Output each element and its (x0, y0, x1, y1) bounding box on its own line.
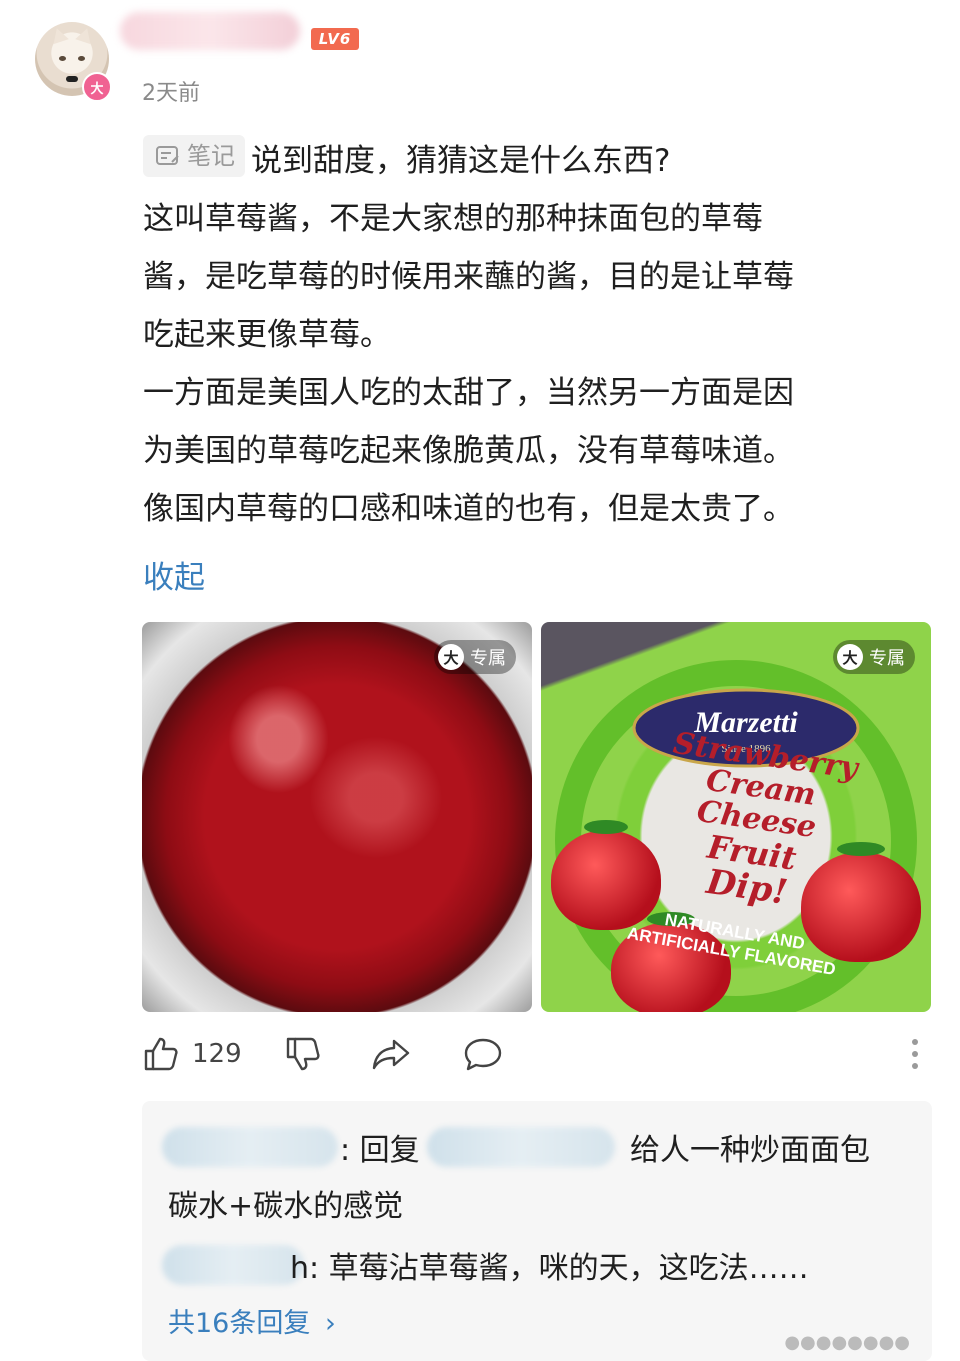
cat-bowtie (66, 76, 78, 82)
comment-line-7: 像国内草莓的口感和味道的也有，但是太贵了。 (143, 491, 794, 527)
dislike-button[interactable] (284, 1035, 322, 1073)
share-button[interactable] (370, 1035, 412, 1073)
action-bar: 129 (142, 1035, 932, 1079)
comment-button[interactable] (462, 1035, 504, 1073)
more-options-icon[interactable] (912, 1039, 918, 1069)
reply-1-continuation: 碳水+碳水的感觉 (168, 1189, 404, 1224)
comment-line-3: 酱，是吃草莓的时候用来蘸的酱，目的是让草莓 (143, 259, 794, 295)
exclusive-label: 专属 (869, 648, 905, 669)
reply-1-text: 给人一种炒面面包 (630, 1133, 870, 1168)
like-button[interactable]: 129 (142, 1035, 242, 1073)
photo-strawberry-jam[interactable]: 大 专属 (142, 622, 532, 1012)
vip-badge: 大 (82, 72, 112, 102)
reply-count-label: 共16条回复 (168, 1308, 311, 1339)
share-icon (372, 1039, 410, 1070)
comment-line-1: 笔记 说到甜度，猜猜这是什么东西? (143, 132, 933, 190)
chevron-right-icon: › (324, 1308, 336, 1339)
exclusive-badge: 大 专属 (833, 640, 915, 674)
thumbs-down-icon (286, 1037, 320, 1071)
note-tag[interactable]: 笔记 (143, 135, 245, 177)
exclusive-badge: 大 专属 (434, 640, 516, 674)
comment-line-5: 一方面是美国人吃的太甜了，当然另一方面是因 (143, 375, 794, 411)
cat-ear-right (75, 25, 95, 45)
product-name: Strawberry Cream Cheese Fruit Dip! (631, 725, 882, 921)
blurred-username[interactable] (120, 12, 300, 50)
reply-2-text: h: 草莓沾草莓酱，咪的天，这吃法…… (290, 1251, 809, 1286)
comment-text: 说到甜度，猜猜这是什么东西? (251, 143, 671, 179)
cat-eye-left (59, 56, 66, 61)
blurred-replier-name[interactable] (162, 1245, 304, 1285)
blurred-replier-name[interactable] (162, 1127, 338, 1167)
comment-line-6: 为美国的草莓吃起来像脆黄瓜，没有草莓味道。 (143, 433, 794, 469)
note-icon (156, 146, 179, 165)
cat-eye-right (78, 56, 85, 61)
comment-line-2: 这叫草莓酱，不是大家想的那种抹面包的草莓 (143, 201, 763, 237)
exclusive-icon: 大 (438, 644, 464, 670)
collapse-link[interactable]: 收起 (143, 552, 205, 597)
comment-icon (464, 1038, 502, 1071)
thumbs-up-icon (144, 1037, 178, 1071)
view-all-replies-link[interactable]: 共16条回复 › (168, 1301, 336, 1340)
reply-1-prefix: : 回复 (340, 1133, 420, 1168)
comment-body: 笔记 说到甜度，猜猜这是什么东西? 这叫草莓酱，不是大家想的那种抹面包的草莓 酱… (143, 132, 933, 538)
comment-line-4: 吃起来更像草莓。 (143, 317, 391, 353)
exclusive-label: 专属 (470, 648, 506, 669)
level-badge: LV6 (311, 28, 359, 50)
replies-panel: : 回复 给人一种炒面面包 碳水+碳水的感觉 h: 草莓沾草莓酱，咪的天，这吃法… (142, 1101, 932, 1361)
note-tag-label: 笔记 (187, 142, 235, 170)
cat-ear-left (49, 25, 69, 45)
like-count: 129 (192, 1039, 242, 1069)
blurred-reply-target-name[interactable] (427, 1127, 615, 1167)
timestamp: 2天前 (142, 81, 200, 106)
exclusive-icon: 大 (837, 644, 863, 670)
photo-fruit-dip[interactable]: Marzetti Since 1896 Strawberry Cream Che… (541, 622, 931, 1012)
